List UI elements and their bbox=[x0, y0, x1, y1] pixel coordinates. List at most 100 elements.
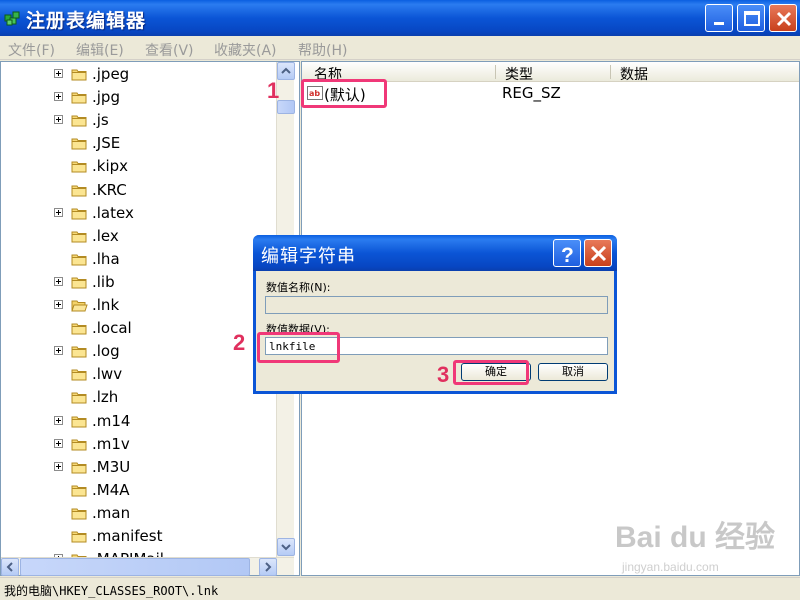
folder-icon bbox=[71, 367, 88, 381]
tree-item-label: .lha bbox=[92, 249, 120, 268]
tree-item-label: .lib bbox=[92, 272, 115, 291]
svg-text:?: ? bbox=[561, 244, 574, 267]
tree-item-label: .lnk bbox=[92, 296, 120, 314]
scroll-up-button[interactable] bbox=[277, 62, 295, 80]
folder-icon bbox=[71, 252, 88, 266]
regedit-icon bbox=[4, 9, 22, 27]
expand-icon[interactable] bbox=[54, 69, 63, 78]
menu-edit[interactable]: 编辑(E) bbox=[76, 40, 124, 60]
tree-item[interactable]: .jpg bbox=[1, 86, 276, 109]
value-type: REG_SZ bbox=[502, 84, 561, 102]
tree-item[interactable]: .lib bbox=[1, 271, 276, 294]
expand-icon[interactable] bbox=[54, 115, 63, 125]
expand-icon[interactable] bbox=[54, 207, 63, 217]
menu-help[interactable]: 帮助(H) bbox=[298, 40, 347, 60]
tree-item-label: .lzh bbox=[92, 388, 119, 407]
folder-icon bbox=[71, 529, 88, 543]
watermark: Bai du 经验 bbox=[615, 521, 776, 554]
menu-favorites[interactable]: 收藏夹(A) bbox=[214, 40, 277, 60]
tree-item-label: .jpeg bbox=[92, 65, 130, 83]
tree-item-label: .log bbox=[92, 342, 120, 361]
tree-item[interactable]: .manifest bbox=[1, 525, 276, 548]
tree-item[interactable]: .lnk bbox=[1, 294, 276, 317]
tree-horizontal-scrollbar[interactable] bbox=[1, 557, 294, 576]
tree-item-label: .m1v bbox=[92, 434, 130, 453]
scroll-left-button[interactable] bbox=[1, 558, 19, 576]
scroll-thumb[interactable] bbox=[277, 100, 295, 114]
tree-item[interactable]: .KRC bbox=[1, 179, 276, 202]
highlight-ok-button bbox=[453, 360, 529, 385]
column-data[interactable]: 数据 bbox=[620, 64, 648, 84]
folder-icon bbox=[71, 159, 88, 173]
folder-icon bbox=[71, 321, 88, 335]
menu-bar: 文件(F) 编辑(E) 查看(V) 收藏夹(A) 帮助(H) bbox=[0, 36, 800, 60]
tree-item[interactable]: .lha bbox=[1, 248, 276, 271]
edit-string-dialog: 编辑字符串 ? 数值名称(N): 数值数据(V): lnkfile 确定 取消 bbox=[253, 235, 617, 394]
value-name-label: 数值名称(N): bbox=[266, 281, 331, 294]
tree-item[interactable]: .lex bbox=[1, 225, 276, 248]
column-type[interactable]: 类型 bbox=[505, 64, 533, 84]
expand-icon[interactable] bbox=[54, 415, 63, 425]
hscroll-thumb[interactable] bbox=[20, 558, 250, 576]
tree-item[interactable]: .man bbox=[1, 502, 276, 525]
expand-icon[interactable] bbox=[54, 461, 63, 471]
folder-icon bbox=[71, 67, 88, 81]
expand-icon[interactable] bbox=[54, 92, 63, 102]
dialog-close-button[interactable] bbox=[584, 239, 612, 267]
tree-item-label: .m14 bbox=[92, 411, 131, 430]
step-number-2: 2 bbox=[233, 330, 246, 355]
tree-item[interactable]: .lzh bbox=[1, 386, 276, 409]
folder-icon bbox=[71, 460, 88, 474]
tree-item-label: .KRC bbox=[92, 180, 127, 199]
folder-icon bbox=[71, 229, 88, 243]
folder-icon bbox=[71, 483, 88, 497]
close-button[interactable] bbox=[769, 4, 797, 32]
expand-icon[interactable] bbox=[54, 276, 63, 286]
menu-file[interactable]: 文件(F) bbox=[8, 40, 55, 60]
tree-item[interactable]: .lwv bbox=[1, 363, 276, 386]
tree-item-label: .jpg bbox=[92, 88, 120, 107]
dialog-title: 编辑字符串 bbox=[261, 246, 356, 267]
tree-item-label: .man bbox=[92, 503, 131, 522]
column-divider bbox=[495, 65, 496, 79]
folder-icon bbox=[71, 90, 88, 104]
tree-item-label: .local bbox=[92, 319, 132, 338]
cancel-button[interactable]: 取消 bbox=[538, 363, 608, 381]
window-title: 注册表编辑器 bbox=[26, 10, 147, 32]
scroll-down-button[interactable] bbox=[277, 538, 295, 556]
highlight-value-data bbox=[257, 332, 340, 363]
tree-item[interactable]: .m1v bbox=[1, 433, 276, 456]
tree-item[interactable]: .M4A bbox=[1, 479, 276, 502]
expand-icon[interactable] bbox=[54, 346, 63, 356]
maximize-button[interactable] bbox=[737, 4, 765, 32]
dialog-title-bar: 编辑字符串 ? bbox=[253, 235, 617, 271]
tree-item[interactable]: .JSE bbox=[1, 132, 276, 155]
scroll-right-button[interactable] bbox=[259, 558, 277, 576]
help-button[interactable]: ? bbox=[553, 239, 581, 267]
folder-icon bbox=[71, 183, 88, 196]
folder-icon bbox=[71, 275, 88, 289]
menu-view[interactable]: 查看(V) bbox=[145, 40, 194, 60]
open-folder-icon bbox=[71, 298, 88, 312]
tree-item[interactable]: .latex bbox=[1, 202, 276, 225]
tree-item[interactable]: .jpeg bbox=[1, 63, 276, 86]
tree-item[interactable]: .M3U bbox=[1, 456, 276, 479]
tree-item[interactable]: .js bbox=[1, 109, 276, 132]
folder-icon bbox=[71, 206, 88, 220]
column-divider bbox=[610, 65, 611, 79]
tree-item-label: .M3U bbox=[92, 457, 131, 476]
folder-icon bbox=[71, 414, 88, 427]
tree-item-label: .JSE bbox=[92, 134, 121, 153]
folder-icon bbox=[71, 506, 88, 520]
tree-item[interactable]: .m14 bbox=[1, 410, 276, 433]
watermark-url: jingyan.baidu.com bbox=[622, 560, 719, 574]
tree-item-label: .lex bbox=[92, 226, 119, 245]
folder-icon bbox=[71, 390, 88, 404]
tree-item-label: .manifest bbox=[92, 527, 163, 545]
minimize-button[interactable] bbox=[705, 4, 733, 32]
expand-icon[interactable] bbox=[54, 438, 63, 448]
title-bar: 注册表编辑器 bbox=[0, 0, 800, 36]
tree-item[interactable]: .kipx bbox=[1, 155, 276, 178]
folder-icon bbox=[71, 437, 88, 451]
expand-icon[interactable] bbox=[54, 300, 63, 309]
